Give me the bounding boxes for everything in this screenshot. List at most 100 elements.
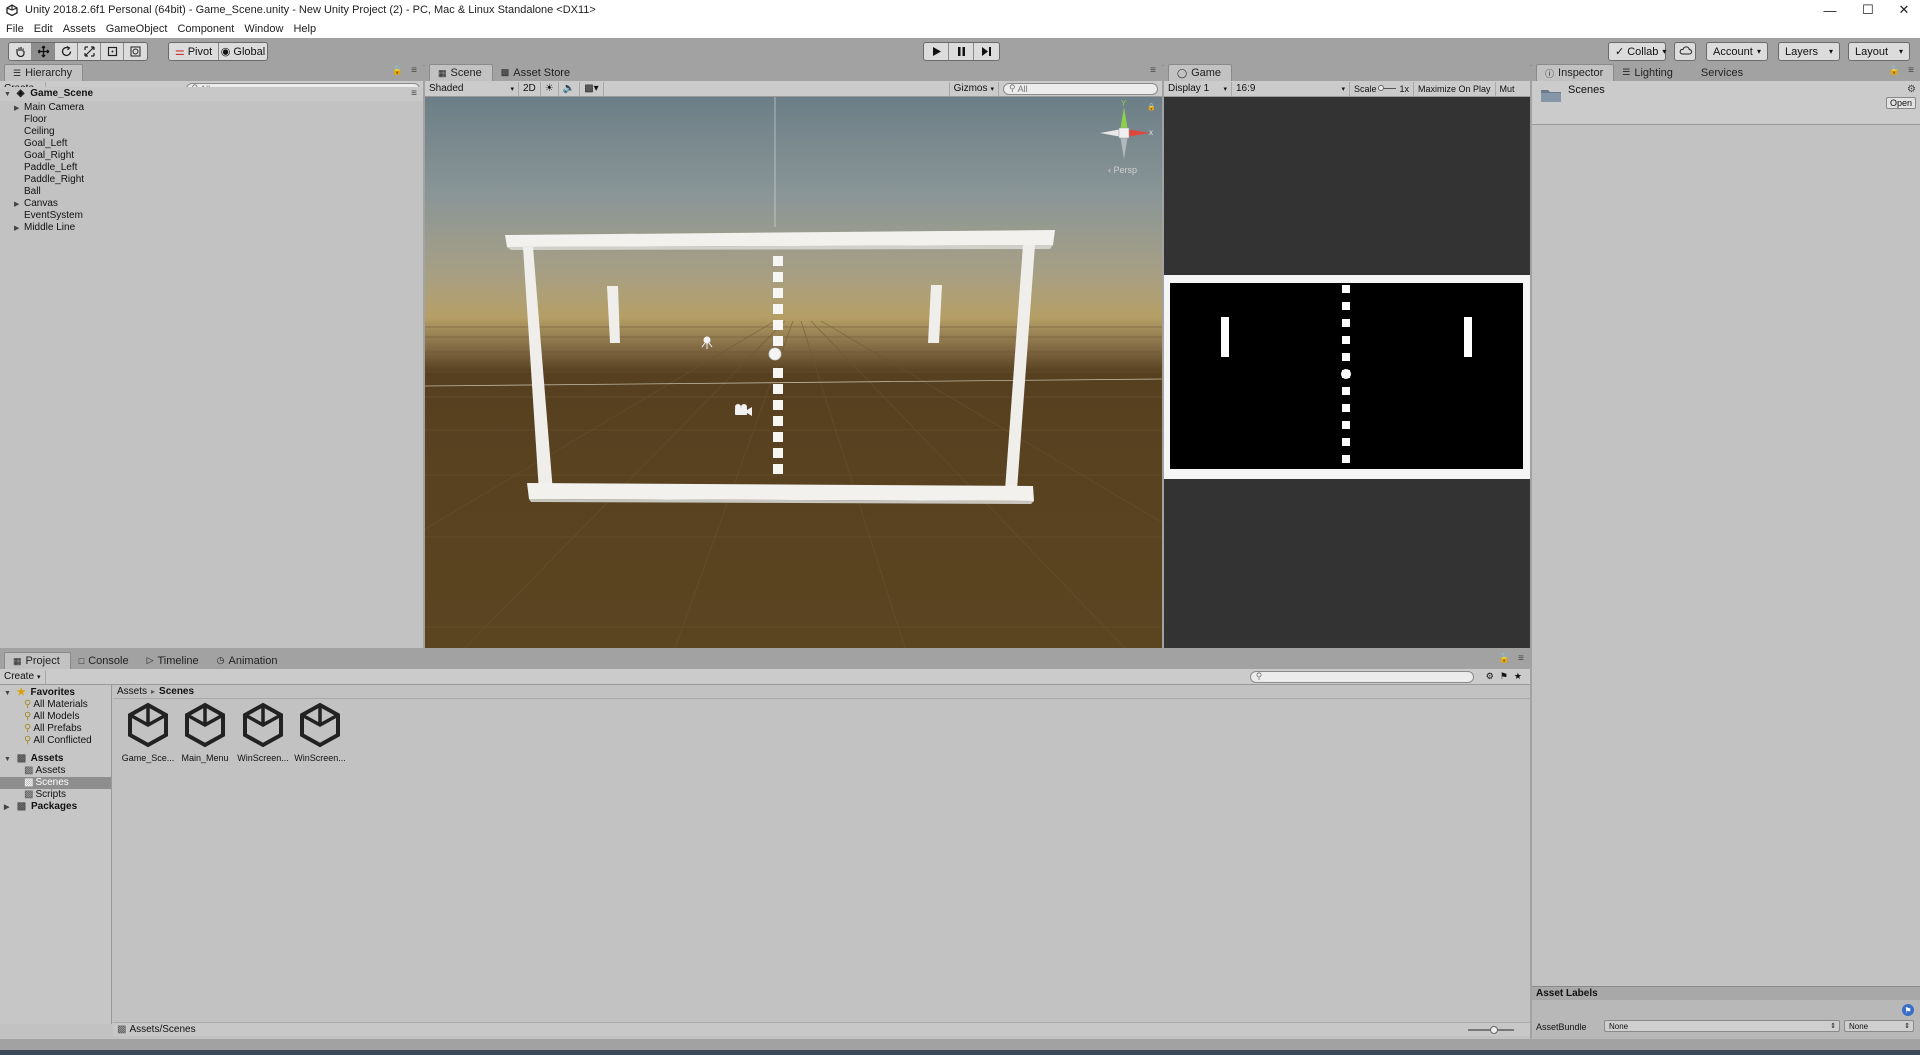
packages-group[interactable]: ▶ ▩ Packages [4, 801, 77, 813]
panel-menu-icon[interactable]: ≡ [1150, 65, 1156, 76]
pause-button[interactable] [949, 43, 974, 60]
favorite-star-icon[interactable]: ★ [1514, 671, 1522, 682]
scene-menu-icon[interactable]: ≡ [411, 88, 417, 99]
tab-hierarchy[interactable]: ☰ Hierarchy [4, 64, 84, 81]
hierarchy-item[interactable]: Paddle_Left [24, 162, 77, 174]
menu-component[interactable]: Component [177, 23, 234, 35]
hand-tool-icon[interactable] [9, 43, 32, 60]
open-button[interactable]: Open [1886, 97, 1916, 109]
icon-size-slider[interactable] [1468, 1025, 1514, 1034]
minimize-button[interactable]: — [1810, 0, 1850, 20]
rect-tool-icon[interactable] [101, 43, 124, 60]
hierarchy-item[interactable]: Paddle_Right [24, 174, 84, 186]
audio-toggle-icon[interactable]: 🔈 [559, 81, 581, 96]
favorite-item[interactable]: ⚲ All Models [24, 711, 79, 723]
gear-icon[interactable]: ⚙ [1907, 84, 1916, 95]
panel-menu-icon[interactable]: ≡ [1518, 653, 1524, 664]
aspect-dropdown[interactable]: 16:9 ▾ [1232, 81, 1350, 96]
tab-console[interactable]: □ Console [71, 652, 139, 669]
create-dropdown[interactable]: Create ▾ [0, 669, 46, 684]
breadcrumb-current[interactable]: Scenes [159, 686, 194, 697]
global-button[interactable]: ◉ Global [219, 43, 267, 60]
scene-header-row[interactable]: ▼ ◈ Game_Scene ≡ [0, 87, 423, 101]
panel-menu-icon[interactable]: ≡ [411, 65, 417, 76]
maximize-button[interactable]: ☐ [1848, 0, 1888, 20]
tab-lighting[interactable]: ☰ Lighting [1614, 64, 1683, 81]
game-viewport[interactable] [1164, 97, 1530, 648]
favorite-item[interactable]: ⚲ All Materials [24, 699, 88, 711]
tab-project[interactable]: ▦ Project [4, 652, 71, 669]
pivot-button[interactable]: ⚌ Pivot [169, 43, 219, 60]
menu-help[interactable]: Help [293, 23, 316, 35]
rotate-tool-icon[interactable] [55, 43, 78, 60]
close-button[interactable]: ✕ [1884, 0, 1920, 20]
lock-icon[interactable]: 🔒 [1499, 653, 1510, 664]
lock-icon[interactable]: 🔒 [1147, 103, 1156, 111]
scene-viewport[interactable]: Y x 🔒 ‹ Persp [425, 97, 1162, 648]
asset-bundle-dropdown[interactable]: None ⇕ [1604, 1020, 1840, 1032]
tab-asset-store[interactable]: ▩ Asset Store [493, 64, 580, 81]
asset-folder-item[interactable]: ▩ Assets [24, 765, 65, 777]
project-search-input[interactable]: ⚲ [1249, 670, 1474, 683]
tab-scene[interactable]: ▦ Scene [429, 64, 493, 81]
asset-file[interactable]: WinScreen... [235, 702, 291, 763]
hierarchy-item[interactable]: Goal_Left [24, 138, 67, 150]
lock-icon[interactable]: 🔒 [392, 65, 403, 76]
hierarchy-item[interactable]: Floor [24, 114, 47, 126]
effects-toggle-icon[interactable]: ▩▾ [580, 81, 604, 96]
gizmos-dropdown[interactable]: Gizmos ▾ [948, 81, 999, 96]
asset-file[interactable]: WinScreen... [292, 702, 348, 763]
expand-arrow-icon[interactable]: ▶ [4, 802, 14, 814]
scene-root[interactable]: ▼ ◈ Game_Scene [4, 88, 93, 100]
expand-arrow-icon[interactable]: ▼ [4, 688, 14, 700]
collab-button[interactable]: ✓ Collab ▾ [1608, 42, 1666, 61]
favorites-group[interactable]: ▼ ★ Favorites [4, 687, 75, 699]
transform-tool-icon[interactable] [124, 43, 147, 60]
mute-audio-toggle[interactable]: Mut [1496, 82, 1519, 96]
menu-window[interactable]: Window [244, 23, 283, 35]
panel-menu-icon[interactable]: ≡ [1908, 65, 1914, 76]
filter-by-label-icon[interactable]: ⚑ [1500, 671, 1508, 682]
tab-timeline[interactable]: ▷ Timeline [139, 652, 209, 669]
expand-arrow-icon[interactable]: ▼ [4, 89, 14, 101]
menu-file[interactable]: File [6, 23, 24, 35]
expand-arrow-icon[interactable]: ▶ [14, 223, 24, 235]
hierarchy-item[interactable]: Ball [24, 186, 41, 198]
cloud-button[interactable] [1674, 42, 1696, 61]
asset-folder-item-selected[interactable]: ▩ Scenes [0, 777, 111, 789]
hierarchy-item[interactable]: ▶ Canvas [14, 198, 58, 210]
menu-gameobject[interactable]: GameObject [106, 23, 168, 35]
asset-folder-item[interactable]: ▩ Scripts [24, 789, 66, 801]
move-tool-icon[interactable] [32, 43, 55, 60]
expand-arrow-icon[interactable]: ▼ [4, 754, 14, 766]
tab-services[interactable]: Services [1693, 64, 1753, 81]
scale-slider-track[interactable] [1377, 85, 1397, 91]
layers-dropdown[interactable]: Layers ▾ [1778, 42, 1840, 61]
breadcrumb-root[interactable]: Assets [117, 686, 147, 697]
asset-file[interactable]: Main_Menu [177, 702, 233, 763]
lock-icon[interactable]: 🔒 [1889, 65, 1900, 76]
hierarchy-item[interactable]: Goal_Right [24, 150, 74, 162]
expand-arrow-icon[interactable]: ▶ [14, 199, 24, 211]
filter-by-type-icon[interactable]: ⚙ [1486, 671, 1494, 682]
hierarchy-item[interactable]: EventSystem [24, 210, 83, 222]
scene-search-input[interactable]: ⚲ All [1003, 82, 1158, 95]
assets-group[interactable]: ▼ ▩ Assets [4, 753, 63, 765]
hierarchy-item[interactable]: ▶ Middle Line [14, 222, 75, 234]
favorite-item[interactable]: ⚲ All Prefabs [24, 723, 82, 735]
favorite-item[interactable]: ⚲ All Conflicted [24, 735, 92, 747]
hierarchy-item[interactable]: Ceiling [24, 126, 55, 138]
asset-bundle-variant-dropdown[interactable]: None ⇕ [1844, 1020, 1914, 1032]
projection-label[interactable]: ‹ Persp [1108, 165, 1137, 175]
display-dropdown[interactable]: Display 1 ▾ [1164, 81, 1232, 96]
maximize-on-play-toggle[interactable]: Maximize On Play [1414, 81, 1496, 96]
tab-animation[interactable]: ◷ Animation [209, 652, 288, 669]
scale-tool-icon[interactable] [78, 43, 101, 60]
menu-assets[interactable]: Assets [63, 23, 96, 35]
scene-orientation-gizmo[interactable]: Y x 🔒 ‹ Persp [1094, 99, 1156, 183]
scale-slider[interactable]: Scale 1x [1350, 81, 1414, 96]
tab-game[interactable]: ◯ Game [1168, 64, 1233, 81]
hierarchy-item[interactable]: ▶ Main Camera [14, 102, 84, 114]
tab-inspector[interactable]: ⓘ Inspector [1536, 64, 1615, 81]
expand-arrow-icon[interactable]: ▶ [14, 103, 24, 115]
